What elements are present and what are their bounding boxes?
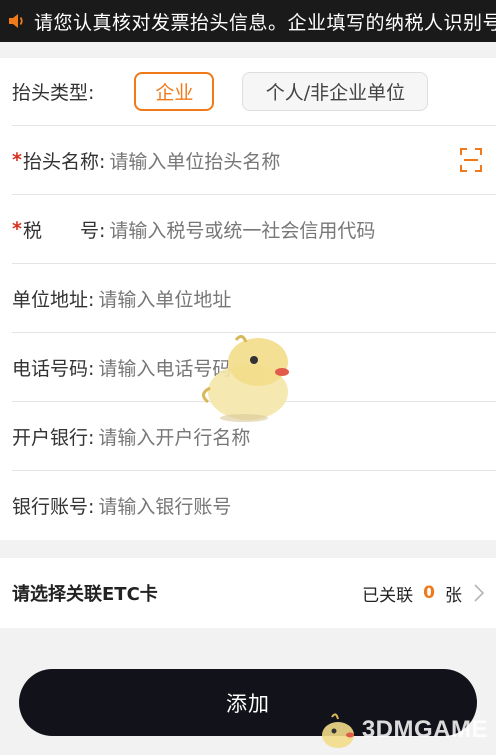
- title-type-label: 抬头类型:: [12, 82, 95, 104]
- chevron-right-icon: [474, 584, 485, 602]
- watermark-mascot-icon: [316, 709, 360, 751]
- required-mark: *: [12, 149, 22, 171]
- scan-icon[interactable]: [460, 148, 482, 172]
- type-enterprise-button[interactable]: 企业: [134, 72, 215, 111]
- account-label: 银行账号:: [12, 496, 95, 518]
- etc-card-title: 请选择关联ETC卡: [12, 584, 158, 605]
- tax-number-input[interactable]: 请输入税号或统一社会信用代码: [109, 216, 375, 243]
- etc-linked-unit: 张: [445, 585, 462, 606]
- title-name-label: * 抬头名称:: [12, 149, 106, 173]
- type-personal-button[interactable]: 个人/非企业单位: [242, 72, 429, 111]
- tax-number-label: * 税 号:: [12, 218, 106, 242]
- invoice-form: 抬头类型: 企业 个人/非企业单位 * 抬头名称: 请输入单位抬头名称 * 税 …: [0, 58, 496, 540]
- required-mark: *: [12, 218, 22, 240]
- address-input[interactable]: 请输入单位地址: [98, 285, 231, 312]
- etc-linked-prefix: 已关联: [362, 585, 414, 606]
- phone-label: 电话号码:: [12, 357, 95, 380]
- tax-number-row[interactable]: * 税 号: 请输入税号或统一社会信用代码: [12, 195, 496, 264]
- title-name-row[interactable]: * 抬头名称: 请输入单位抬头名称: [12, 126, 496, 195]
- account-input[interactable]: 请输入银行账号: [98, 492, 231, 519]
- etc-card-selector[interactable]: 请选择关联ETC卡 已关联 0 张: [0, 558, 496, 628]
- watermark: 3DMGAME: [316, 707, 488, 753]
- etc-linked-info: 已关联 0 张: [362, 558, 485, 628]
- notice-text: 请您认真核对发票抬头信息。企业填写的纳税人识别号/统: [34, 11, 496, 34]
- address-row[interactable]: 单位地址: 请输入单位地址: [12, 264, 496, 333]
- title-name-input[interactable]: 请输入单位抬头名称: [109, 147, 280, 174]
- account-row[interactable]: 银行账号: 请输入银行账号: [12, 471, 496, 540]
- bank-label: 开户银行:: [12, 426, 95, 449]
- mascot-watermark: [196, 332, 306, 424]
- bank-input[interactable]: 请输入开户行名称: [98, 423, 250, 450]
- etc-linked-count: 0: [423, 583, 435, 603]
- notice-bar: 请您认真核对发票抬头信息。企业填写的纳税人识别号/统: [0, 0, 496, 42]
- title-type-row: 抬头类型: 企业 个人/非企业单位: [12, 58, 496, 126]
- watermark-text: 3DMGAME: [361, 716, 488, 743]
- speaker-icon: [0, 0, 34, 42]
- address-label: 单位地址:: [12, 288, 95, 311]
